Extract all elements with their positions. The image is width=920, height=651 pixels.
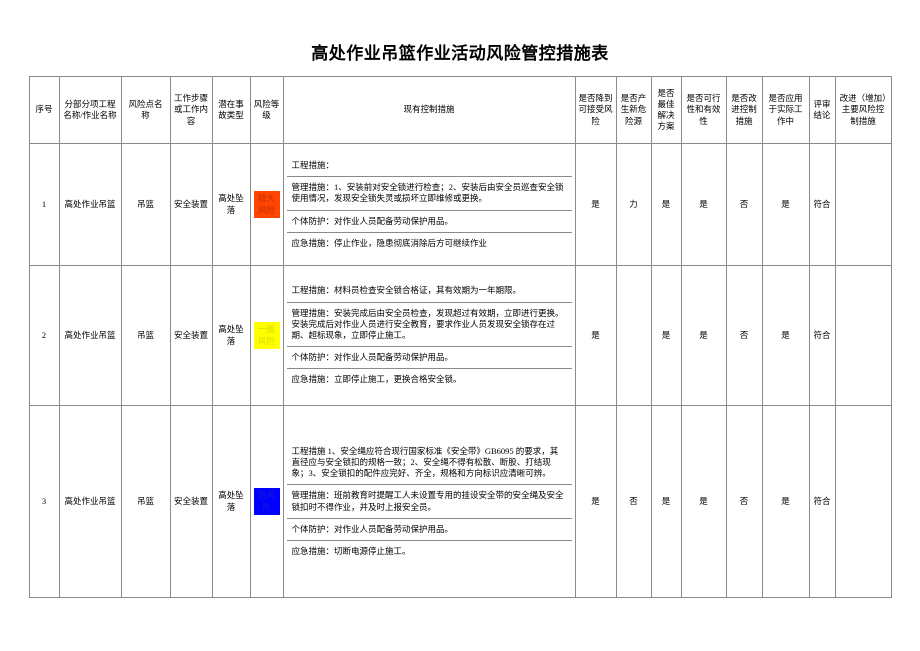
cell-work-step: 安全装置 bbox=[169, 143, 213, 266]
table-header: 序号 分部分项工程名称/作业名称 风险点名称 工作步骤或工作内容 潜在事故类型 … bbox=[28, 76, 892, 144]
header-q1-acceptable: 是否降到可接受风险 bbox=[574, 76, 617, 144]
measure-item: 管理措施：班前教育时提醒工人未设置专用的挂设安全带的安全绳及安全锁扣时不得作业，… bbox=[286, 485, 572, 519]
header-seq: 序号 bbox=[28, 76, 60, 144]
cell-q2-new-hazard: 否 bbox=[615, 405, 652, 598]
cell-existing-measures: 工程措施： 管理措施：1、安装前对安全锁进行检查；2、安装后由安全员巡查安全锁使用… bbox=[282, 143, 576, 266]
measure-item: 工程措施： bbox=[286, 155, 572, 178]
table-row: 3 高处作业吊篮 吊篮 安全装置 高处坠落 低风险 工程措施 1、安全绳应符合现行国家标准《… bbox=[28, 405, 892, 598]
cell-q2-new-hazard bbox=[615, 265, 652, 406]
risk-level-badge: 一般风险 bbox=[253, 322, 280, 349]
cell-q4-feasible: 是 bbox=[680, 265, 727, 406]
header-accident-type: 潜在事故类型 bbox=[211, 76, 251, 144]
cell-project: 高处作业吊篮 bbox=[58, 265, 122, 406]
cell-q6-applied-actual: 是 bbox=[761, 265, 810, 406]
table-row: 1 高处作业吊篮 吊篮 安全装置 高处坠落 较大风险 工程措施： 管理措施：1、安装前对安全锁… bbox=[28, 143, 892, 266]
table-header-row: 序号 分部分项工程名称/作业名称 风险点名称 工作步骤或工作内容 潜在事故类型 … bbox=[28, 76, 892, 144]
cell-risk-point: 吊篮 bbox=[120, 405, 171, 598]
header-risk-point: 风险点名称 bbox=[120, 76, 171, 144]
cell-q3-best-solution: 是 bbox=[650, 405, 682, 598]
measure-item: 工程措施 1、安全绳应符合现行国家标准《安全带》GB6095 的要求，其直径应与… bbox=[286, 441, 572, 486]
cell-q6-applied-actual: 是 bbox=[761, 405, 810, 598]
table-body: 1 高处作业吊篮 吊篮 安全装置 高处坠落 较大风险 工程措施： 管理措施：1、安装前对安全锁… bbox=[28, 143, 892, 598]
header-q7-review: 评审结论 bbox=[808, 76, 836, 144]
document-page: 高处作业吊篮作业活动风险管控措施表 序号 分部分项工程名称/作业名称 风险点名称… bbox=[0, 0, 920, 651]
cell-q3-best-solution: 是 bbox=[650, 265, 682, 406]
cell-project: 高处作业吊篮 bbox=[58, 405, 122, 598]
cell-q6-applied-actual: 是 bbox=[761, 143, 810, 266]
cell-q2-new-hazard: 力 bbox=[615, 143, 652, 266]
cell-improvement bbox=[834, 405, 892, 598]
header-q2-new-hazard: 是否产生新危险源 bbox=[615, 76, 652, 144]
cell-q7-review: 符合 bbox=[808, 265, 836, 406]
cell-q5-improve-control: 否 bbox=[725, 143, 763, 266]
measure-list: 工程措施 1、安全绳应符合现行国家标准《安全带》GB6095 的要求，其直径应与… bbox=[286, 441, 572, 563]
cell-risk-level: 一般风险 bbox=[249, 265, 284, 406]
measure-list: 工程措施： 管理措施：1、安装前对安全锁进行检查；2、安装后由安全员巡查安全锁使用… bbox=[286, 155, 572, 254]
measure-item: 个体防护：对作业人员配备劳动保护用品。 bbox=[286, 211, 572, 233]
cell-risk-point: 吊篮 bbox=[120, 265, 171, 406]
cell-existing-measures: 工程措施：材料员检查安全锁合格证，其有效期为一年期限。 管理措施：安装完成后由安全… bbox=[282, 265, 576, 406]
cell-q4-feasible: 是 bbox=[680, 143, 727, 266]
cell-project: 高处作业吊篮 bbox=[58, 143, 122, 266]
cell-q1-acceptable: 是 bbox=[574, 265, 617, 406]
cell-seq: 2 bbox=[28, 265, 60, 406]
header-work-step: 工作步骤或工作内容 bbox=[169, 76, 213, 144]
header-risk-level: 风险等级 bbox=[249, 76, 284, 144]
measure-item: 工程措施：材料员检查安全锁合格证，其有效期为一年期限。 bbox=[286, 280, 572, 303]
risk-level-badge: 低风险 bbox=[253, 488, 280, 515]
cell-q7-review: 符合 bbox=[808, 405, 836, 598]
header-q5-improve-control: 是否改进控制措施 bbox=[725, 76, 763, 144]
cell-risk-level: 较大风险 bbox=[249, 143, 284, 266]
table-row: 2 高处作业吊篮 吊篮 安全装置 高处坠落 一般风险 工程措施：材料员检查安全锁合格证，其有… bbox=[28, 265, 892, 406]
cell-accident-type: 高处坠落 bbox=[211, 405, 251, 598]
header-improvement: 改进（增加）主要风险控制措施 bbox=[834, 76, 892, 144]
cell-risk-level: 低风险 bbox=[249, 405, 284, 598]
page-title: 高处作业吊篮作业活动风险管控措施表 bbox=[311, 44, 609, 63]
header-project: 分部分项工程名称/作业名称 bbox=[58, 76, 122, 144]
cell-q5-improve-control: 否 bbox=[725, 405, 763, 598]
cell-work-step: 安全装置 bbox=[169, 265, 213, 406]
cell-risk-point: 吊篮 bbox=[120, 143, 171, 266]
cell-q1-acceptable: 是 bbox=[574, 405, 617, 598]
cell-seq: 1 bbox=[28, 143, 60, 266]
measure-item: 个体防护：对作业人员配备劳动保护用品。 bbox=[286, 347, 572, 370]
measure-item: 管理措施：安装完成后由安全员检查，发现超过有效期，立即进行更换。安装完成后对作业… bbox=[286, 303, 572, 348]
measure-item: 应急措施：切断电源停止施工。 bbox=[291, 546, 411, 557]
measure-item: 应急措施：立即停止施工，更换合格安全锁。 bbox=[291, 374, 462, 385]
risk-control-table: 序号 分部分项工程名称/作业名称 风险点名称 工作步骤或工作内容 潜在事故类型 … bbox=[28, 76, 892, 598]
header-q3-best-solution: 是否最佳解决方案 bbox=[650, 76, 682, 144]
measure-item: 管理措施：1、安装前对安全锁进行检查；2、安装后由安全员巡查安全锁使用情况，发现… bbox=[286, 177, 572, 211]
cell-improvement bbox=[834, 143, 892, 266]
cell-existing-measures: 工程措施 1、安全绳应符合现行国家标准《安全带》GB6095 的要求，其直径应与… bbox=[282, 405, 576, 598]
cell-accident-type: 高处坠落 bbox=[211, 143, 251, 266]
cell-q1-acceptable: 是 bbox=[574, 143, 617, 266]
cell-seq: 3 bbox=[28, 405, 60, 598]
cell-q5-improve-control: 否 bbox=[725, 265, 763, 406]
risk-level-badge: 较大风险 bbox=[253, 191, 280, 218]
header-q4-feasible: 是否可行性和有效性 bbox=[680, 76, 727, 144]
cell-q4-feasible: 是 bbox=[680, 405, 727, 598]
cell-improvement bbox=[834, 265, 892, 406]
cell-accident-type: 高处坠落 bbox=[211, 265, 251, 406]
measure-item: 应急措施：停止作业，隐患彻底消除后方可继续作业 bbox=[291, 237, 488, 248]
header-q6-applied-actual: 是否应用于实际工作中 bbox=[761, 76, 810, 144]
cell-q7-review: 符合 bbox=[808, 143, 836, 266]
measure-item: 个体防护：对作业人员配备劳动保护用品。 bbox=[286, 519, 572, 542]
cell-q3-best-solution: 是 bbox=[650, 143, 682, 266]
header-existing-measures: 现有控制措施 bbox=[282, 76, 576, 144]
measure-list: 工程措施：材料员检查安全锁合格证，其有效期为一年期限。 管理措施：安装完成后由安全… bbox=[286, 280, 572, 390]
cell-work-step: 安全装置 bbox=[169, 405, 213, 598]
